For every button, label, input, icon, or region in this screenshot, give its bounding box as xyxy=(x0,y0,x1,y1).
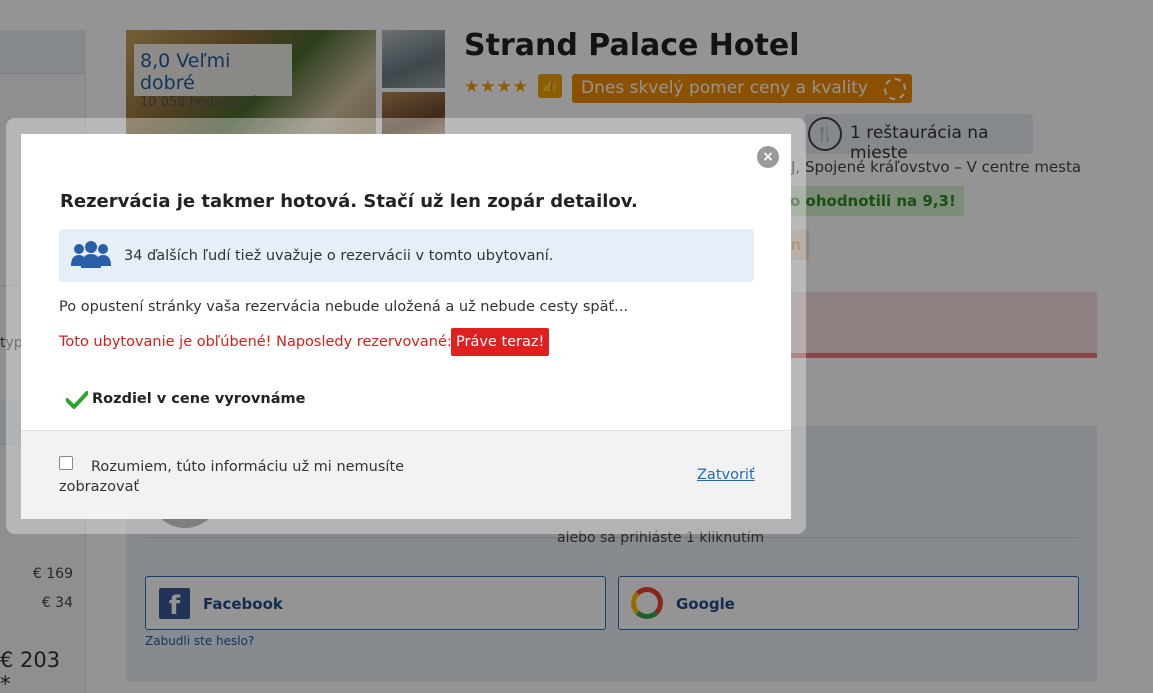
dont-show-again-label[interactable]: Rozumiem, túto informáciu už mi nemusíte… xyxy=(59,457,419,497)
leave-warning-text: Po opustení stránky vaša rezervácia nebu… xyxy=(59,299,629,315)
price-match-label: Rozdiel v cene vyrovnáme xyxy=(92,391,306,407)
social-proof-text: 34 ďalších ľudí tiež uvažuje o rezerváci… xyxy=(124,248,554,264)
modal-footer: Rozumiem, túto informáciu už mi nemusíte… xyxy=(21,430,791,519)
popularity-text: Toto ubytovanie je obľúbené! Naposledy r… xyxy=(59,334,452,350)
close-link[interactable]: Zatvoriť xyxy=(697,467,755,483)
booking-reminder-modal: × Rezervácia je takmer hotová. Stačí už … xyxy=(21,134,791,519)
people-icon xyxy=(71,241,111,268)
social-proof-box: 34 ďalších ľudí tiež uvažuje o rezerváci… xyxy=(59,229,754,282)
close-icon[interactable]: × xyxy=(757,146,779,168)
modal-title: Rezervácia je takmer hotová. Stačí už le… xyxy=(60,191,638,212)
just-now-badge: Práve teraz! xyxy=(451,328,550,356)
checkmark-icon xyxy=(66,391,88,409)
